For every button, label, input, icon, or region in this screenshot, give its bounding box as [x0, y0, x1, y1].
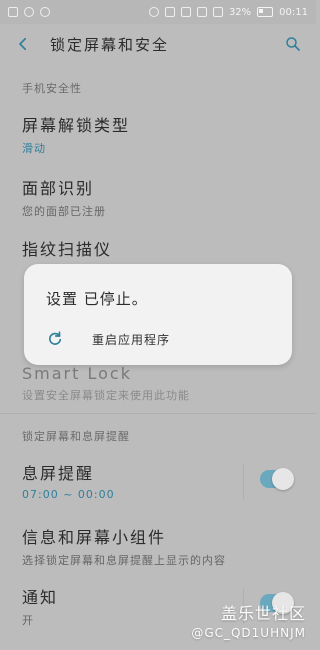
status-bar: 32% 00:11 — [0, 0, 316, 24]
setting-subtitle: 滑动 — [22, 142, 46, 155]
setting-subtitle: 选择锁定屏幕和息屏提醒上显示的内容 — [22, 554, 226, 567]
notification-icon — [40, 7, 50, 17]
status-right: 32% 00:11 — [148, 6, 308, 18]
setting-smart-lock[interactable]: Smart Lock 设置安全屏幕锁定来使用此功能 — [0, 364, 316, 403]
search-button[interactable] — [280, 31, 306, 57]
setting-subtitle: 07:00 ~ 00:00 — [22, 488, 115, 501]
clock: 00:11 — [279, 6, 308, 18]
restart-app-label: 重启应用程序 — [92, 332, 171, 347]
dialog-title: 设置 已停止。 — [46, 290, 148, 308]
signal-icon — [212, 7, 223, 17]
page-title: 锁定屏幕和安全 — [50, 35, 170, 54]
refresh-icon — [46, 330, 64, 348]
setting-screen-lock-type[interactable]: 屏幕解锁类型 滑动 — [0, 112, 316, 156]
status-left — [8, 7, 50, 17]
battery-percent: 32% — [228, 6, 252, 18]
back-button[interactable] — [10, 31, 36, 57]
section-divider — [0, 413, 316, 414]
watermark-line-2: @GC_QD1UHNJM — [191, 626, 306, 640]
setting-title: Smart Lock — [22, 364, 132, 383]
smiley-icon — [24, 7, 34, 17]
restart-app-button[interactable]: 重启应用程序 — [46, 330, 170, 348]
message-icon — [8, 7, 18, 17]
setting-subtitle: 您的面部已注册 — [22, 205, 106, 218]
mute-icon — [180, 7, 191, 17]
app-bar: 锁定屏幕和安全 — [0, 24, 316, 64]
toggle-separator — [243, 464, 244, 500]
section-header-phone-security: 手机安全性 — [22, 82, 82, 95]
sync-icon — [148, 7, 159, 17]
setting-title: 信息和屏幕小组件 — [22, 528, 167, 547]
setting-title: 屏幕解锁类型 — [22, 116, 131, 135]
setting-title: 面部识别 — [22, 179, 95, 198]
setting-subtitle: 设置安全屏幕锁定来使用此功能 — [22, 389, 190, 402]
sim-icon — [196, 7, 207, 17]
setting-title: 息屏提醒 — [22, 464, 95, 483]
watermark: 盖乐世社区 @GC_QD1UHNJM — [191, 600, 306, 640]
setting-fingerprint-scanner[interactable]: 指纹扫描仪 — [0, 236, 316, 264]
watermark-line-1: 盖乐世社区 — [220, 604, 306, 623]
setting-info-and-widgets[interactable]: 信息和屏幕小组件 选择锁定屏幕和息屏提醒上显示的内容 — [0, 524, 316, 568]
app-stopped-dialog: 设置 已停止。 重启应用程序 — [24, 264, 292, 365]
search-icon — [286, 37, 300, 51]
battery-icon — [257, 7, 274, 17]
section-header-lockscreen-aod: 锁定屏幕和息屏提醒 — [22, 430, 130, 443]
nfc-icon — [164, 7, 175, 17]
back-arrow-icon — [19, 37, 27, 51]
always-on-display-toggle[interactable] — [260, 468, 294, 490]
setting-title: 指纹扫描仪 — [22, 240, 113, 259]
setting-face-recognition[interactable]: 面部识别 您的面部已注册 — [0, 175, 316, 219]
